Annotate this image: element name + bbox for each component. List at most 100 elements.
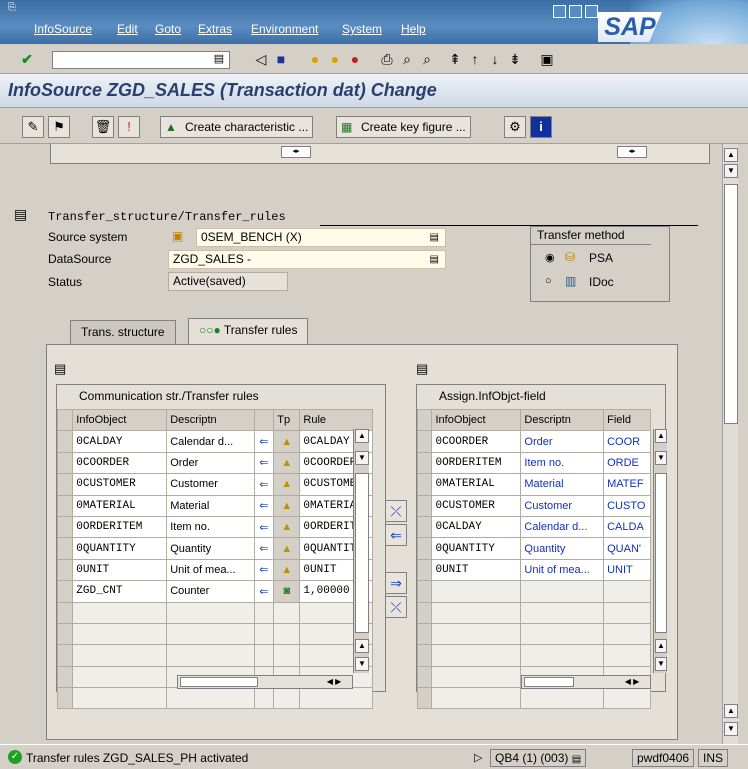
maximize-icon[interactable]: [569, 5, 582, 18]
field-cell[interactable]: COOR: [603, 430, 651, 453]
menu-edit[interactable]: Edit: [117, 22, 138, 36]
menu-extras[interactable]: Extras: [198, 22, 232, 36]
row-selector[interactable]: [416, 665, 433, 689]
row-selector[interactable]: [56, 622, 74, 646]
scroll-thumb[interactable]: [724, 184, 738, 424]
infoobject-rule-icon[interactable]: ▲: [273, 494, 301, 517]
infoobject-rule-icon[interactable]: ▲: [273, 515, 301, 539]
table-row[interactable]: 0COORDER Order ⇐ ▲ 0COORDER: [56, 451, 373, 475]
status-expand-icon[interactable]: ▷: [474, 751, 482, 764]
scroll-up-icon[interactable]: ▲: [355, 429, 369, 443]
f4-help-icon[interactable]: ▤: [430, 229, 439, 246]
right-select-all[interactable]: [416, 408, 433, 432]
source-system-field[interactable]: 0SEM_BENCH (X) ▤: [196, 228, 446, 247]
infoobject-cell[interactable]: 0CALDAY: [72, 430, 168, 453]
row-selector[interactable]: [56, 665, 74, 689]
scroll-up-icon[interactable]: ▲: [655, 639, 667, 653]
table-row[interactable]: 0CALDAY Calendar d... CALDA: [416, 515, 651, 539]
save-icon[interactable]: ■: [272, 50, 290, 68]
scroll-down-icon[interactable]: ▼: [724, 164, 738, 178]
row-selector[interactable]: [416, 644, 433, 667]
activate-icon[interactable]: !: [118, 116, 140, 138]
scroll-up-icon[interactable]: ▲: [655, 429, 667, 443]
hscroll-thumb[interactable]: [524, 677, 574, 687]
create-characteristic-button[interactable]: ▲ Create characteristic ...: [160, 116, 314, 138]
table-row[interactable]: 0CUSTOMER Customer ⇐ ▲ 0CUSTOMEI: [56, 473, 373, 496]
row-selector[interactable]: [416, 473, 433, 496]
table-row[interactable]: 0MATERIAL Material ⇐ ▲ 0MATERIAI: [56, 494, 373, 517]
menu-infosource[interactable]: InfoSource: [34, 22, 92, 36]
hscroll-thumb[interactable]: [180, 677, 258, 687]
scroll-up-icon[interactable]: ▲: [724, 148, 738, 162]
object-directory-icon[interactable]: ⚙: [504, 116, 526, 138]
row-selector[interactable]: [56, 644, 74, 667]
row-selector[interactable]: [416, 430, 433, 453]
table-row[interactable]: 0COORDER Order COOR: [416, 430, 651, 453]
right-panel-icon[interactable]: ▤: [416, 361, 428, 377]
row-selector[interactable]: [56, 515, 74, 539]
scroll-down-icon[interactable]: ▼: [724, 722, 738, 736]
scroll-down-icon[interactable]: ▼: [355, 451, 369, 465]
table-row[interactable]: 0MATERIAL Material MATEF: [416, 473, 651, 496]
info-icon[interactable]: i: [530, 116, 552, 138]
transfer-right-arrow-icon[interactable]: ⇒: [385, 572, 407, 594]
infoobject-cell[interactable]: 0QUANTITY: [431, 537, 522, 560]
row-selector[interactable]: [56, 451, 74, 475]
next-page-icon[interactable]: ↓: [486, 50, 504, 68]
status-message[interactable]: Transfer rules ZGD_SALES_PH activated: [26, 751, 248, 765]
row-selector[interactable]: [416, 537, 433, 560]
infoobject-cell[interactable]: 0ORDERITEM: [431, 451, 522, 475]
row-selector[interactable]: [56, 473, 74, 496]
system-info[interactable]: QB4 (1) (003) ▤: [490, 749, 587, 767]
command-field[interactable]: [52, 51, 230, 69]
row-selector[interactable]: [56, 537, 74, 560]
infoobject-cell[interactable]: 0ORDERITEM: [72, 515, 168, 539]
table-row[interactable]: 0QUANTITY Quantity ⇐ ▲ 0QUANTIT': [56, 537, 373, 560]
window-menu-icon[interactable]: ⎘: [8, 2, 16, 13]
propose-assignment-icon[interactable]: ⤫: [385, 596, 407, 618]
row-selector[interactable]: [416, 515, 433, 539]
exit-icon[interactable]: ●: [326, 50, 344, 68]
infoobject-cell[interactable]: 0UNIT: [431, 558, 522, 582]
right-header-field[interactable]: Field: [603, 408, 651, 432]
row-selector[interactable]: [56, 558, 74, 582]
infoobject-cell[interactable]: 0MATERIAL: [431, 473, 522, 496]
left-header-infoobject[interactable]: InfoObject: [72, 408, 168, 432]
constant-rule-icon[interactable]: ◙: [273, 580, 301, 603]
infoobject-cell[interactable]: 0UNIT: [72, 558, 168, 582]
right-table-hscroll[interactable]: ◀ ▶: [521, 675, 651, 689]
print-icon[interactable]: ⎙: [378, 50, 396, 68]
left-header-description[interactable]: Descriptn: [166, 408, 255, 432]
hscroll-arrows-icon[interactable]: ◀ ▶: [616, 676, 648, 688]
field-cell[interactable]: QUAN': [603, 537, 651, 560]
f4-help-icon[interactable]: ▤: [430, 251, 439, 268]
first-page-icon[interactable]: ⇞: [446, 50, 464, 68]
scroll-up-icon[interactable]: ▲: [724, 704, 738, 718]
display-change-icon[interactable]: ✎: [22, 116, 44, 138]
table-row[interactable]: 0ORDERITEM Item no. ORDE: [416, 451, 651, 475]
infoobject-cell[interactable]: 0CALDAY: [431, 515, 522, 539]
previous-page-icon[interactable]: ↑: [466, 50, 484, 68]
close-window-icon[interactable]: [585, 5, 598, 18]
scroll-down-icon[interactable]: ▼: [655, 657, 667, 671]
infoobject-rule-icon[interactable]: ▲: [273, 473, 301, 496]
left-panel-icon[interactable]: ▤: [54, 361, 66, 377]
table-row[interactable]: 0QUANTITY Quantity QUAN': [416, 537, 651, 560]
row-selector[interactable]: [56, 430, 74, 453]
infoobject-rule-icon[interactable]: ▲: [273, 537, 301, 560]
create-key-figure-button[interactable]: ▦ Create key figure ...: [336, 116, 471, 138]
infoobject-cell[interactable]: 0MATERIAL: [72, 494, 168, 517]
back-arrow-icon[interactable]: ◁: [252, 50, 270, 68]
row-selector[interactable]: [56, 601, 74, 624]
menu-goto[interactable]: Goto: [155, 22, 181, 36]
row-selector[interactable]: [416, 451, 433, 475]
menu-help[interactable]: Help: [401, 22, 426, 36]
create-session-icon[interactable]: ▣: [538, 50, 556, 68]
row-selector[interactable]: [56, 580, 74, 603]
table-row[interactable]: 0ORDERITEM Item no. ⇐ ▲ 0ORDERITI: [56, 515, 373, 539]
field-cell[interactable]: UNIT: [603, 558, 651, 582]
infoobject-rule-icon[interactable]: ▲: [273, 451, 301, 475]
scroll-thumb[interactable]: [655, 473, 667, 633]
infoobject-rule-icon[interactable]: ▲: [273, 558, 301, 582]
tab-trans-structure[interactable]: Trans. structure: [70, 320, 176, 344]
